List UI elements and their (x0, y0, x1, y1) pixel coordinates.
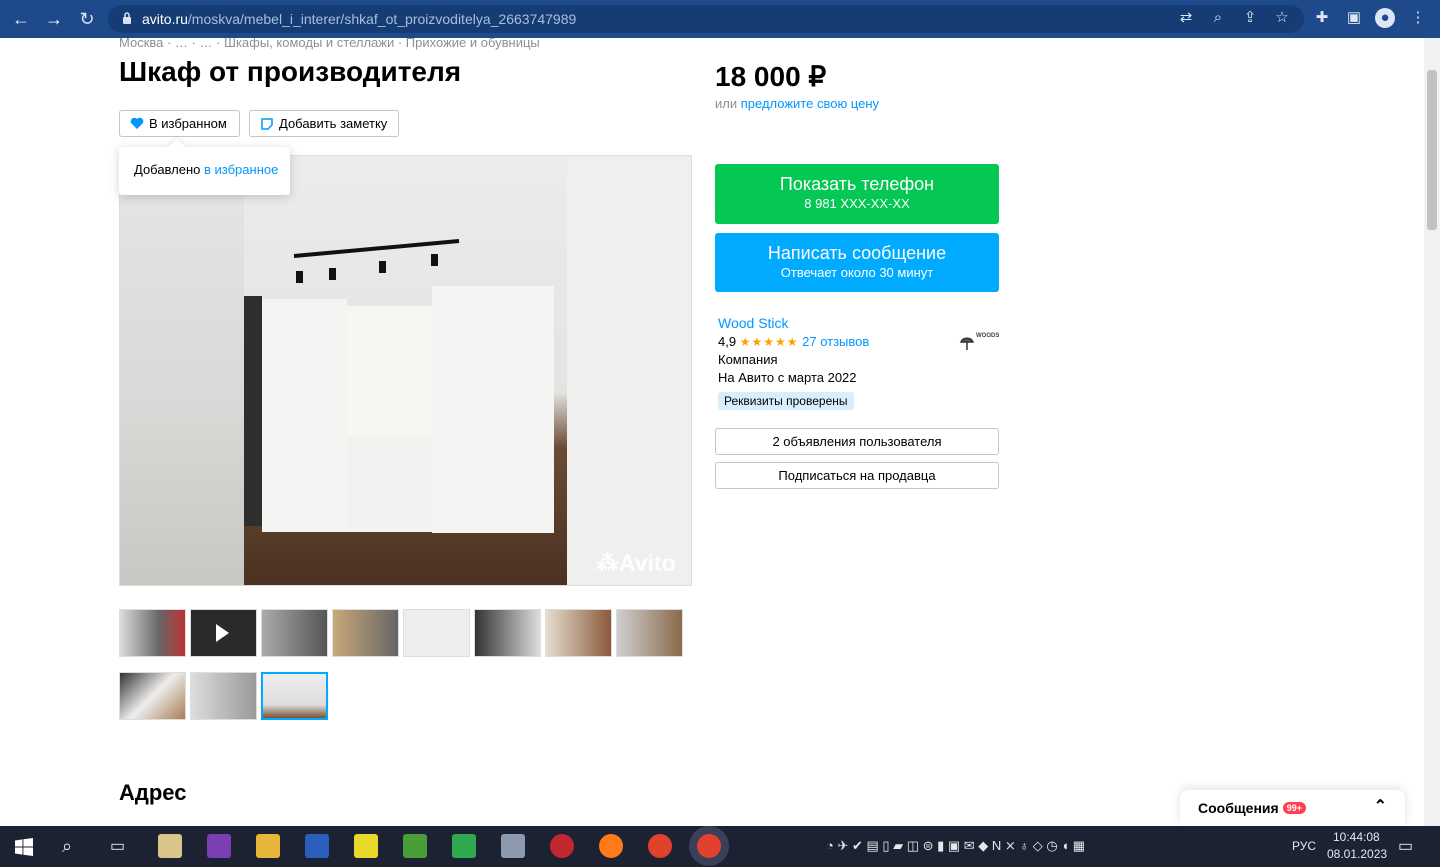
bookmark-star-icon[interactable]: ☆ (1272, 8, 1292, 28)
thumbnail[interactable] (332, 609, 399, 657)
add-note-button[interactable]: Добавить заметку (249, 110, 399, 137)
browser-toolbar: ← → ↻ avito.ru/moskva/mebel_i_interer/sh… (0, 0, 1440, 38)
thumbnail[interactable] (119, 609, 186, 657)
seller-type: Компания (718, 352, 778, 367)
verified-badge: Реквизиты проверены (718, 392, 854, 410)
favorite-tooltip: Добавлено в избранное (119, 138, 290, 195)
task-view-icon[interactable]: ▭ (110, 836, 125, 856)
menu-dots-icon[interactable]: ⋮ (1408, 8, 1428, 28)
thumbnail[interactable] (545, 609, 612, 657)
search-icon[interactable]: ⌕ (62, 836, 72, 857)
wardrobe-illustration (244, 239, 554, 533)
thumbnail[interactable] (261, 609, 328, 657)
language-indicator[interactable]: РУС (1292, 839, 1316, 853)
translate-icon[interactable]: ⇄ (1176, 8, 1196, 28)
messages-label: Сообщения (1198, 800, 1279, 816)
offer-price-link[interactable]: предложите свою цену (741, 96, 879, 111)
spreadsheet-icon[interactable] (452, 834, 476, 858)
reload-icon[interactable]: ↻ (76, 9, 98, 29)
tooltip-arrow (168, 138, 186, 156)
share-icon[interactable]: ⇪ (1240, 8, 1260, 28)
extensions-icon[interactable]: ✚ (1312, 8, 1332, 28)
scrollbar-thumb[interactable] (1427, 70, 1437, 230)
seller-logo[interactable]: WOODS (950, 323, 1000, 363)
response-time: Отвечает около 30 минут (780, 265, 934, 280)
thumbnail[interactable] (474, 609, 541, 657)
zoom-icon[interactable]: ⌕ (1208, 8, 1228, 28)
thumbnail[interactable] (190, 672, 257, 720)
page-content: Москва · … · … · Шкафы, комоды и стеллаж… (0, 38, 1424, 826)
photo-blur-left (120, 156, 244, 585)
price-offer: или предложите свою цену (715, 96, 880, 111)
tree-logo-icon (959, 337, 975, 350)
firefox-icon[interactable] (599, 834, 623, 858)
reviews-link[interactable]: 27 отзывов (802, 334, 869, 349)
lock-icon (123, 12, 131, 24)
favorite-button[interactable]: В избранном (119, 110, 240, 137)
subscribe-button[interactable]: Подписаться на продавца (715, 462, 999, 489)
thumbnail-video[interactable] (190, 609, 257, 657)
url-text: avito.ru/moskva/mebel_i_interer/shkaf_ot… (142, 11, 577, 27)
messages-count-badge: 99+ (1282, 802, 1306, 814)
chart-app-icon[interactable] (403, 834, 427, 858)
note-icon (261, 117, 273, 130)
write-message-label: Написать сообщение (767, 243, 947, 263)
watermark: ⁂Avito (596, 550, 676, 576)
app-red-icon[interactable] (550, 834, 574, 858)
wardrobe-photo: ⁂Avito (244, 156, 676, 585)
clock-date[interactable]: 08.01.2023 (1327, 847, 1387, 861)
seller-ads-button[interactable]: 2 объявления пользователя (715, 428, 999, 455)
windows-taskbar: ⌕ ▭ ◔ ✈ ✔ ▤ ▯ ▰ ◫ ⊜ ▮ ▣ ✉ ◆ N ⨯ ♁ ◇ ◷ ◖ … (0, 826, 1440, 867)
notifications-icon[interactable]: ▭ (1398, 836, 1413, 856)
address-heading: Адрес (119, 780, 187, 805)
tray-icons[interactable]: ◔ ✈ ✔ ▤ ▯ ▰ ◫ ⊜ ▮ ▣ ✉ ◆ N ⨯ ♁ ◇ ◷ ◖ ▦ (826, 838, 1085, 854)
onenote-icon[interactable] (207, 834, 231, 858)
photo-blur-right (567, 156, 691, 585)
forward-icon[interactable]: → (43, 9, 65, 29)
seller-rating: 4,9 ★★★★★ 27 отзывов (718, 334, 870, 349)
sidepanel-icon[interactable]: ▣ (1344, 8, 1364, 28)
word-icon[interactable] (305, 834, 329, 858)
tooltip-link[interactable]: в избранное (204, 162, 278, 177)
favorite-label: В избранном (149, 116, 227, 131)
address-bar[interactable]: avito.ru/moskva/mebel_i_interer/shkaf_ot… (108, 5, 1304, 33)
windows-start-icon[interactable] (15, 838, 33, 856)
phone-number: 8 981 XXX-XX-XX (804, 196, 910, 211)
chrome-icon[interactable] (648, 834, 672, 858)
seller-name[interactable]: Wood Stick (718, 315, 789, 331)
chevron-up-icon[interactable]: ⌃ (1374, 796, 1387, 816)
sticky-notes-icon[interactable] (354, 834, 378, 858)
rating-stars-icon: ★★★★★ (739, 335, 799, 349)
utility-app-icon[interactable] (501, 834, 525, 858)
chrome-active-icon[interactable] (697, 834, 721, 858)
thumbnail[interactable] (119, 672, 186, 720)
page-title: Шкаф от производителя (119, 56, 462, 87)
thumbnail[interactable] (616, 609, 683, 657)
show-phone-label: Показать телефон (779, 174, 935, 194)
heart-icon (130, 117, 144, 129)
tooltip-text: Добавлено (134, 162, 205, 177)
breadcrumb[interactable]: Москва · … · … · Шкафы, комоды и стеллаж… (119, 38, 540, 50)
main-photo[interactable]: ⁂Avito (119, 155, 692, 586)
play-icon (216, 624, 229, 642)
explorer-icon[interactable] (256, 834, 280, 858)
messages-panel[interactable]: Сообщения 99+ ⌃ (1180, 790, 1405, 826)
thumbnail-selected[interactable] (261, 672, 328, 720)
show-phone-button[interactable]: Показать телефон 8 981 XXX-XX-XX (715, 164, 999, 224)
scrollbar[interactable] (1424, 38, 1440, 826)
profile-icon[interactable]: ● (1375, 8, 1395, 28)
write-message-button[interactable]: Написать сообщение Отвечает около 30 мин… (715, 233, 999, 292)
clock-time[interactable]: 10:44:08 (1333, 830, 1380, 844)
back-icon[interactable]: ← (10, 9, 32, 29)
note-label: Добавить заметку (279, 116, 388, 131)
thumbnail[interactable] (403, 609, 470, 657)
seller-since: На Авито с марта 2022 (718, 370, 857, 385)
price: 18 000 ₽ (715, 61, 827, 92)
files-app-icon[interactable] (158, 834, 182, 858)
